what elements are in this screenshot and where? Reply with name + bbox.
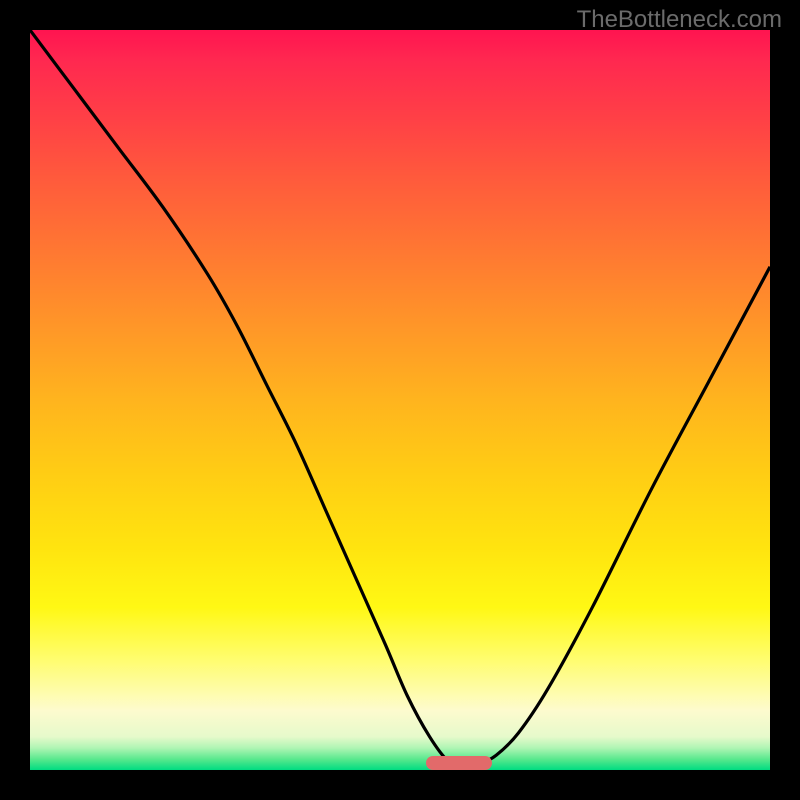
bottleneck-chart: [30, 30, 770, 770]
attribution-text: TheBottleneck.com: [577, 6, 782, 34]
optimum-marker: [426, 756, 493, 770]
bottleneck-curve: [30, 30, 770, 770]
curve-path: [30, 30, 770, 767]
